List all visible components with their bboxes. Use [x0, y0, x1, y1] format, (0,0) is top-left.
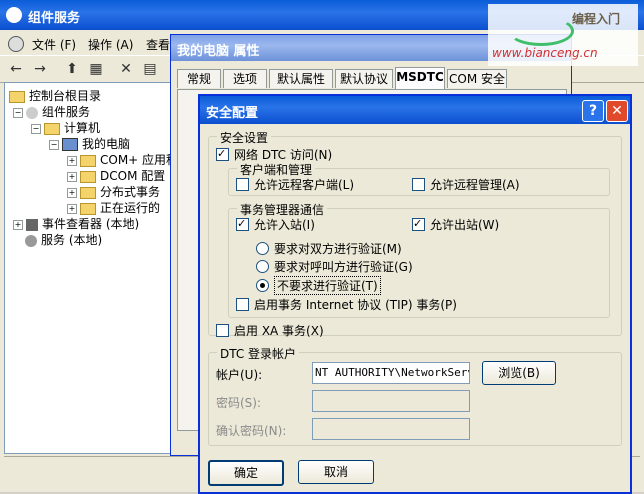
watermark-logo: 编程入门 www.bianceng.cn [488, 4, 638, 66]
confirm-password-label: 确认密码(N): [216, 424, 287, 438]
enable-xa-checkbox[interactable]: 启用 XA 事务(X) [216, 322, 324, 339]
confirm-password-field [312, 418, 470, 440]
radio-unchecked[interactable] [256, 242, 269, 255]
checkbox-checked[interactable] [216, 148, 229, 161]
allow-remote-admin-checkbox[interactable]: 允许远程管理(A) [412, 176, 520, 193]
expand-icon[interactable]: + [67, 155, 77, 166]
tab-msdtc[interactable]: MSDTC [395, 67, 445, 89]
collapse-icon[interactable]: − [49, 139, 59, 150]
checkbox-unchecked[interactable] [412, 178, 425, 191]
checkbox-checked[interactable] [412, 218, 425, 231]
tree-item-running-processes[interactable]: + 正在运行的 [67, 199, 160, 216]
swoosh-icon [508, 16, 574, 46]
menu-view[interactable]: 查看 [146, 36, 170, 53]
allow-inbound-checkbox[interactable]: 允许入站(I) [236, 216, 315, 233]
dialog-title: 安全配置 [206, 106, 259, 121]
folder-icon [44, 122, 60, 135]
tree-item-dtc[interactable]: + 分布式事务 [67, 183, 160, 200]
computer-icon [62, 138, 78, 151]
folder-icon [80, 202, 96, 215]
tab-options[interactable]: 选项 [223, 69, 267, 88]
component-services-icon [6, 7, 22, 23]
back-icon[interactable]: ← [6, 59, 26, 79]
enable-tip-checkbox[interactable]: 启用事务 Internet 协议 (TIP) 事务(P) [236, 296, 457, 313]
mutual-auth-radio[interactable]: 要求对双方进行验证(M) [256, 240, 402, 257]
show-tree-icon[interactable]: ▦ [86, 59, 106, 79]
forward-icon[interactable]: → [30, 59, 50, 79]
collapse-icon[interactable]: − [31, 123, 41, 134]
delete-icon[interactable]: ✕ [116, 59, 136, 79]
checkbox-unchecked[interactable] [236, 298, 249, 311]
checkbox-unchecked[interactable] [216, 324, 229, 337]
tab-default-protocols[interactable]: 默认协议 [335, 69, 393, 88]
up-folder-icon[interactable]: ⬆ [62, 59, 82, 79]
radio-unchecked[interactable] [256, 260, 269, 273]
tree-item-event-viewer[interactable]: + 事件查看器 (本地) [13, 215, 139, 232]
account-field[interactable]: NT AUTHORITY\NetworkService [312, 362, 470, 384]
tree-item-com-apps[interactable]: + COM+ 应用程 [67, 151, 178, 168]
security-settings-legend: 安全设置 [217, 129, 272, 146]
watermark-top: 编程入门 [572, 12, 621, 26]
dialog-title-bar: 安全配置 ? ✕ [200, 96, 630, 124]
event-viewer-icon [26, 218, 38, 231]
dtc-logon-legend: DTC 登录帐户 [217, 345, 300, 362]
ok-button[interactable]: 确定 [208, 460, 284, 486]
expand-icon[interactable]: + [13, 219, 23, 230]
radio-checked[interactable] [256, 279, 269, 292]
collapse-icon[interactable]: − [13, 107, 23, 118]
folder-icon [80, 170, 96, 183]
folder-icon [80, 186, 96, 199]
tree-item-component-services[interactable]: − 组件服务 [13, 103, 90, 120]
main-window-title: 组件服务 [28, 11, 81, 26]
account-label: 帐户(U): [216, 368, 263, 382]
properties-icon[interactable]: ▤ [140, 59, 160, 79]
checkbox-unchecked[interactable] [236, 178, 249, 191]
browse-button[interactable]: 浏览(B) [482, 361, 556, 385]
no-auth-radio[interactable]: 不要求进行验证(T) [256, 276, 381, 295]
password-field [312, 390, 470, 412]
cancel-button[interactable]: 取消 [298, 460, 374, 484]
tree-item-my-computer[interactable]: − 我的电脑 [49, 135, 130, 152]
allow-remote-clients-checkbox[interactable]: 允许远程客户端(L) [236, 176, 354, 193]
folder-icon [9, 90, 25, 103]
tree-item-console-root[interactable]: 控制台根目录 [9, 87, 101, 104]
allow-outbound-checkbox[interactable]: 允许出站(W) [412, 216, 499, 233]
menu-action[interactable]: 操作 (A) [88, 36, 133, 53]
tree-item-dcom-config[interactable]: + DCOM 配置 [67, 167, 165, 184]
help-icon[interactable]: ? [582, 100, 604, 122]
watermark-url: www.bianceng.cn [492, 46, 598, 60]
properties-window-title: 我的电脑 属性 [177, 44, 260, 59]
menu-file[interactable]: 文件 (F) [32, 36, 76, 53]
password-label: 密码(S): [216, 396, 262, 410]
menu-icon [8, 36, 24, 52]
close-icon[interactable]: ✕ [606, 100, 628, 122]
expand-icon[interactable]: + [67, 187, 77, 198]
component-services-icon [26, 106, 38, 119]
tab-default-properties[interactable]: 默认属性 [269, 69, 333, 88]
tab-general[interactable]: 常规 [177, 69, 221, 88]
tree-item-services[interactable]: 服务 (本地) [25, 231, 102, 248]
tree-item-computers[interactable]: − 计算机 [31, 119, 100, 136]
expand-icon[interactable]: + [67, 171, 77, 182]
checkbox-checked[interactable] [236, 218, 249, 231]
tab-com-security[interactable]: COM 安全 [447, 69, 507, 88]
services-gear-icon [25, 234, 37, 247]
expand-icon[interactable]: + [67, 203, 77, 214]
incoming-caller-auth-radio[interactable]: 要求对呼叫方进行验证(G) [256, 258, 413, 275]
folder-icon [80, 154, 96, 167]
security-config-dialog: 安全配置 ? ✕ 安全设置 网络 DTC 访问(N) 客户端和管理 允许远程客户… [198, 94, 632, 494]
